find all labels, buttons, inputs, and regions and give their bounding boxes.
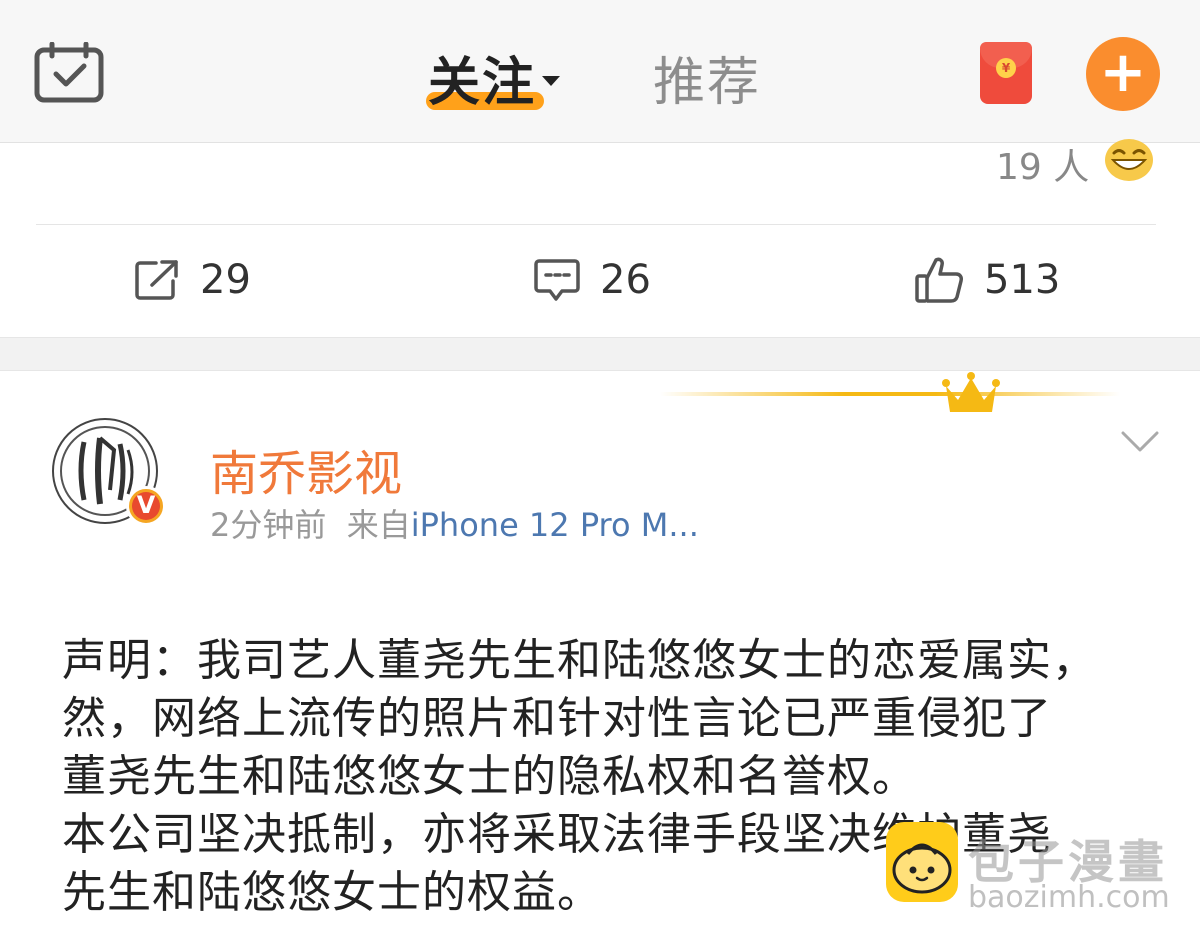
chevron-down-icon[interactable] (1120, 428, 1160, 456)
red-packet-coin: ¥ (996, 58, 1016, 78)
plus-icon[interactable]: + (1086, 37, 1160, 111)
like-icon (915, 257, 963, 303)
tab-follow-label: 关注 (428, 53, 537, 113)
like-button[interactable]: 513 (914, 254, 1060, 306)
tab-recommend[interactable]: 推荐 (653, 40, 761, 115)
reaction-count: 19 人 (996, 147, 1090, 188)
crown-decoration-line (660, 392, 1120, 396)
tab-recommend-label: 推荐 (653, 53, 762, 113)
watermark-url: baozimh.com (968, 880, 1170, 915)
feed-separator (0, 337, 1200, 371)
calendar-check-icon[interactable] (34, 42, 104, 104)
comment-icon (534, 259, 580, 301)
post-source-device[interactable]: iPhone 12 Pro M... (411, 506, 699, 544)
top-navigation-bar: 关注 推荐 ¥ + (0, 0, 1200, 143)
post-meta: 2分钟前 来自iPhone 12 Pro M... (210, 500, 699, 546)
comment-count: 26 (600, 257, 651, 303)
verified-badge-icon: V (126, 486, 166, 526)
post-divider (36, 224, 1156, 225)
dropdown-caret-icon (542, 76, 561, 86)
crown-icon (942, 372, 1000, 412)
author-name[interactable]: 南乔影视 (210, 434, 402, 504)
post-time: 2分钟前 (210, 506, 327, 544)
red-packet-icon[interactable]: ¥ (980, 42, 1032, 104)
verified-badge-label: V (136, 491, 156, 519)
post-body-line: 声明：我司艺人董尧先生和陆悠悠女士的恋爱属实， (62, 635, 1097, 686)
comment-button[interactable]: 26 (534, 254, 651, 306)
like-count: 513 (984, 257, 1061, 303)
tab-follow[interactable]: 关注 (428, 40, 561, 115)
laughing-emoji-icon[interactable] (1104, 138, 1154, 182)
post-body-line: 然，网络上流传的照片和针对性言论已严重侵犯了 (62, 693, 1052, 744)
post-body-line: 董尧先生和陆悠悠女士的隐私权和名誉权。 (62, 751, 917, 802)
watermark-logo-icon (886, 822, 958, 902)
repost-button[interactable]: 29 (134, 254, 251, 306)
repost-count: 29 (200, 257, 251, 303)
post-source-prefix: 来自 (346, 506, 411, 544)
repost-icon (135, 260, 178, 300)
